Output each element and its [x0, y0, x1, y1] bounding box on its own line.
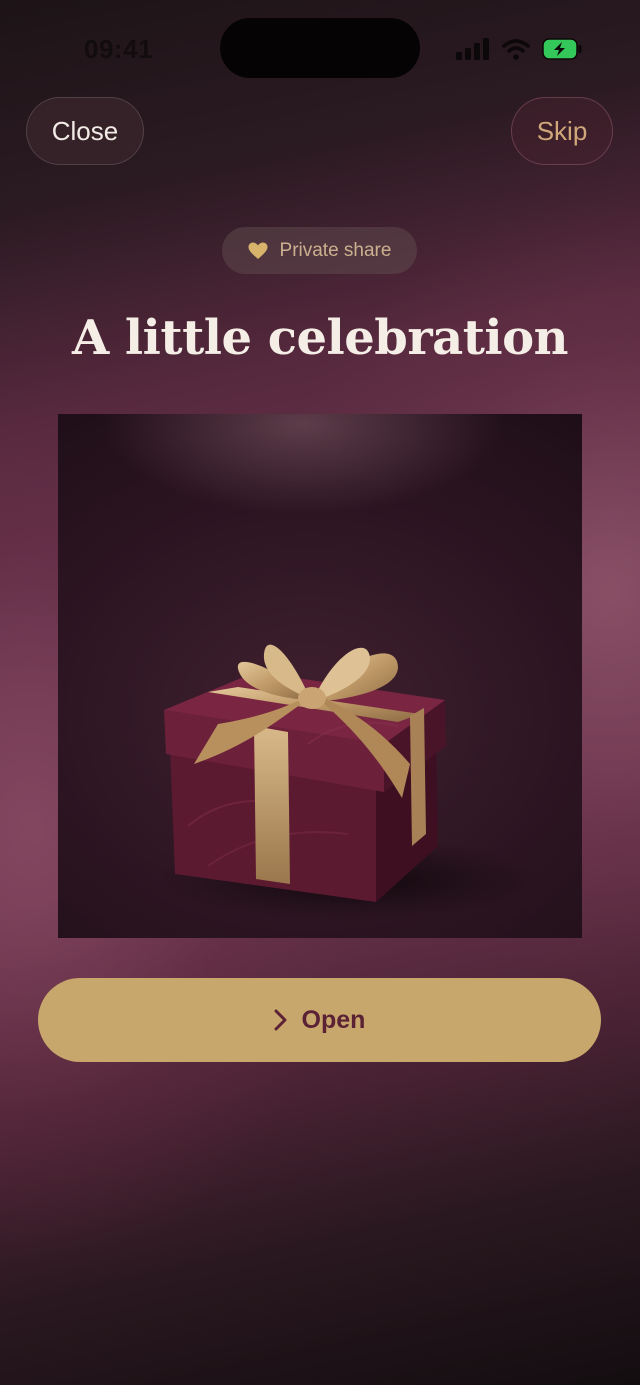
status-time: 09:41 [84, 34, 153, 64]
heart-icon [248, 242, 268, 260]
signal-icon [456, 38, 490, 60]
close-button[interactable]: Close [26, 97, 144, 165]
badge-label: Private share [279, 239, 392, 261]
battery-charging-icon [542, 38, 582, 60]
private-share-badge: Private share [222, 227, 417, 274]
status-bar: 09:41 [0, 0, 640, 96]
gift-box-image [58, 414, 582, 938]
dynamic-island [220, 18, 420, 78]
page-title: A little celebration [71, 310, 569, 366]
skip-button[interactable]: Skip [511, 97, 613, 165]
open-button[interactable]: Open [38, 978, 601, 1062]
open-button-label: Open [301, 1005, 366, 1034]
chevron-right-icon [274, 1009, 288, 1031]
wifi-icon [502, 38, 530, 60]
status-icons [456, 36, 582, 62]
